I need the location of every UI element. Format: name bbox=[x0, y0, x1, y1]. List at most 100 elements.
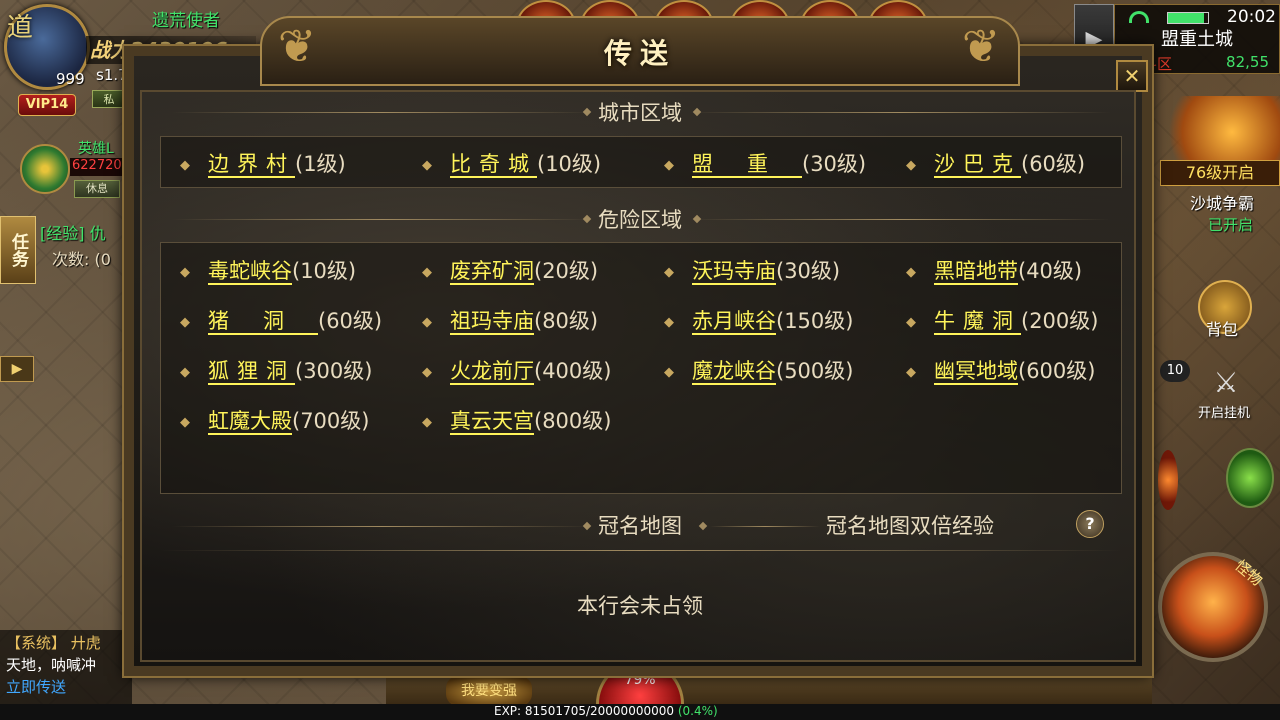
teleport-destination[interactable]: ◆ 火龙前厅(400级) bbox=[422, 355, 611, 385]
diamond-bullet-icon: ◆ bbox=[180, 314, 190, 330]
battery-icon bbox=[1167, 12, 1209, 24]
chat-teleport-link[interactable]: 立即传送 bbox=[6, 676, 126, 698]
teleport-destination[interactable]: ◆ 真云天宫(800级) bbox=[422, 405, 611, 435]
player-level: 999 bbox=[56, 70, 85, 88]
task-count: 次数: (0 bbox=[52, 250, 111, 269]
danger-section-title: 危险区域 bbox=[598, 208, 682, 232]
diamond-bullet-icon: ◆ bbox=[906, 264, 916, 280]
destination-name[interactable]: 沙巴克 bbox=[934, 152, 1021, 178]
destination-level: (700级) bbox=[292, 409, 370, 433]
destination-name[interactable]: 比奇城 bbox=[450, 152, 537, 178]
hero-name: 英雄L bbox=[78, 141, 114, 157]
destination-name[interactable]: 祖玛寺庙 bbox=[450, 309, 534, 335]
private-chat-button[interactable]: 私 bbox=[92, 90, 126, 108]
teleport-destination[interactable]: ◆ 毒蛇峡谷(10级) bbox=[180, 255, 356, 285]
teleport-destination[interactable]: ◆ 黑暗地带(40级) bbox=[906, 255, 1082, 285]
destination-name[interactable]: 火龙前厅 bbox=[450, 359, 534, 385]
teleport-destination[interactable]: ◆ 沙巴克(60级) bbox=[906, 148, 1085, 178]
exp-text: EXP: 81501705/20000000000 (0.4%) bbox=[494, 704, 718, 718]
wifi-icon bbox=[1129, 11, 1149, 23]
exp-percent: (0.4%) bbox=[677, 704, 718, 718]
class-glyph: 道 bbox=[7, 13, 34, 43]
teleport-destination[interactable]: ◆ 猪洞(60级) bbox=[180, 305, 382, 335]
destination-name[interactable]: 猪洞 bbox=[208, 309, 318, 335]
teleport-destination[interactable]: ◆ 魔龙峡谷(500级) bbox=[664, 355, 853, 385]
diamond-bullet-icon: ◆ bbox=[664, 314, 674, 330]
destination-name[interactable]: 赤月峡谷 bbox=[692, 309, 776, 335]
task-tab[interactable]: 任务 bbox=[0, 216, 36, 284]
teleport-destination[interactable]: ◆ 牛魔洞(200级) bbox=[906, 305, 1098, 335]
destination-name[interactable]: 废弃矿洞 bbox=[450, 259, 534, 285]
destination-level: (500级) bbox=[776, 359, 854, 383]
sand-siege-title[interactable]: 沙城争霸 bbox=[1190, 190, 1254, 214]
help-icon[interactable]: ? bbox=[1076, 510, 1104, 538]
teleport-destination[interactable]: ◆ 边界村(1级) bbox=[180, 148, 346, 178]
task-title[interactable]: [经验] 仇 bbox=[40, 220, 106, 244]
fire-skill-icon[interactable] bbox=[1158, 450, 1178, 510]
diamond-bullet-icon: ◆ bbox=[180, 414, 190, 430]
martial-unlock-label: 76级开启 bbox=[1160, 160, 1280, 186]
diamond-bullet-icon: ◆ bbox=[180, 157, 190, 173]
diamond-bullet-icon: ◆ bbox=[422, 364, 432, 380]
destination-name[interactable]: 魔龙峡谷 bbox=[692, 359, 776, 385]
destination-level: (10级) bbox=[537, 152, 602, 176]
destination-name[interactable]: 牛魔洞 bbox=[934, 309, 1021, 335]
dragon-ornament-left-icon: ❦ bbox=[277, 19, 317, 73]
section-divider bbox=[172, 526, 592, 527]
hero-avatar[interactable] bbox=[20, 144, 70, 194]
destination-name[interactable]: 幽冥地域 bbox=[934, 359, 1018, 385]
diamond-bullet-icon: ◆ bbox=[422, 414, 432, 430]
chat-box[interactable]: 【系统】 廾虎 天地，呐喊冲 立即传送 bbox=[0, 630, 132, 704]
destination-name[interactable]: 盟重 bbox=[692, 152, 802, 178]
destination-level: (60级) bbox=[1021, 152, 1086, 176]
destination-level: (40级) bbox=[1018, 259, 1083, 283]
destination-level: (1级) bbox=[295, 152, 346, 176]
map-coordinates: 82,55 bbox=[1226, 53, 1269, 71]
section-divider bbox=[690, 219, 1110, 220]
diamond-bullet-icon: ◆ bbox=[180, 264, 190, 280]
destination-level: (200级) bbox=[1021, 309, 1099, 333]
teleport-destination[interactable]: ◆ 赤月峡谷(150级) bbox=[664, 305, 853, 335]
become-stronger-button[interactable]: 我要变强 bbox=[446, 676, 532, 706]
diamond-bullet-icon: ◆ bbox=[422, 314, 432, 330]
teleport-destination[interactable]: ◆ 虹魔大殿(700级) bbox=[180, 405, 369, 435]
chat-message: 天地，呐喊冲 bbox=[6, 656, 97, 674]
crown-map-title: 冠名地图 bbox=[598, 514, 682, 538]
teleport-destination[interactable]: ◆ 比奇城(10级) bbox=[422, 148, 601, 178]
expand-arrow-icon[interactable]: ▶ bbox=[0, 356, 34, 382]
bag-label[interactable]: 背包 bbox=[1206, 316, 1238, 340]
dialog-title: 传送 bbox=[603, 37, 676, 70]
crossed-swords-icon[interactable]: ⚔ bbox=[1204, 366, 1248, 406]
poison-skill-icon[interactable] bbox=[1226, 448, 1274, 508]
destination-name[interactable]: 沃玛寺庙 bbox=[692, 259, 776, 285]
destination-level: (600级) bbox=[1018, 359, 1096, 383]
auto-battle-label[interactable]: 开启挂机 bbox=[1198, 402, 1250, 421]
hero-rest-button[interactable]: 休息 bbox=[74, 180, 120, 198]
destination-name[interactable]: 边界村 bbox=[208, 152, 295, 178]
battery-fill bbox=[1168, 13, 1204, 23]
destination-level: (20级) bbox=[534, 259, 599, 283]
teleport-destination[interactable]: ◆ 祖玛寺庙(80级) bbox=[422, 305, 598, 335]
destination-name[interactable]: 虹魔大殿 bbox=[208, 409, 292, 435]
section-divider bbox=[690, 112, 1110, 113]
exp-value: EXP: 81501705/20000000000 bbox=[494, 704, 674, 718]
diamond-bullet-icon: ◆ bbox=[664, 264, 674, 280]
count-badge: 10 bbox=[1160, 360, 1190, 382]
destination-name[interactable]: 真云天宫 bbox=[450, 409, 534, 435]
diamond-bullet-icon: ◆ bbox=[422, 157, 432, 173]
teleport-destination[interactable]: ◆ 沃玛寺庙(30级) bbox=[664, 255, 840, 285]
destination-name[interactable]: 狐狸洞 bbox=[208, 359, 295, 385]
vip-badge[interactable]: VIP14 bbox=[18, 94, 76, 116]
destination-name[interactable]: 黑暗地带 bbox=[934, 259, 1018, 285]
destination-name[interactable]: 毒蛇峡谷 bbox=[208, 259, 292, 285]
teleport-destination[interactable]: ◆ 废弃矿洞(20级) bbox=[422, 255, 598, 285]
sand-siege-status: 已开启 bbox=[1208, 216, 1254, 234]
teleport-destination[interactable]: ◆ 盟重(30级) bbox=[664, 148, 866, 178]
close-button[interactable]: ✕ bbox=[1116, 60, 1148, 92]
crown-double-exp-label: 冠名地图双倍经验 bbox=[826, 514, 994, 538]
dragon-ornament-right-icon: ❦ bbox=[961, 19, 1001, 73]
teleport-destination[interactable]: ◆ 狐狸洞(300级) bbox=[180, 355, 372, 385]
teleport-destination[interactable]: ◆ 幽冥地域(600级) bbox=[906, 355, 1095, 385]
diamond-bullet-icon: ◆ bbox=[180, 364, 190, 380]
guild-status: 本行会未占领 bbox=[577, 594, 703, 618]
